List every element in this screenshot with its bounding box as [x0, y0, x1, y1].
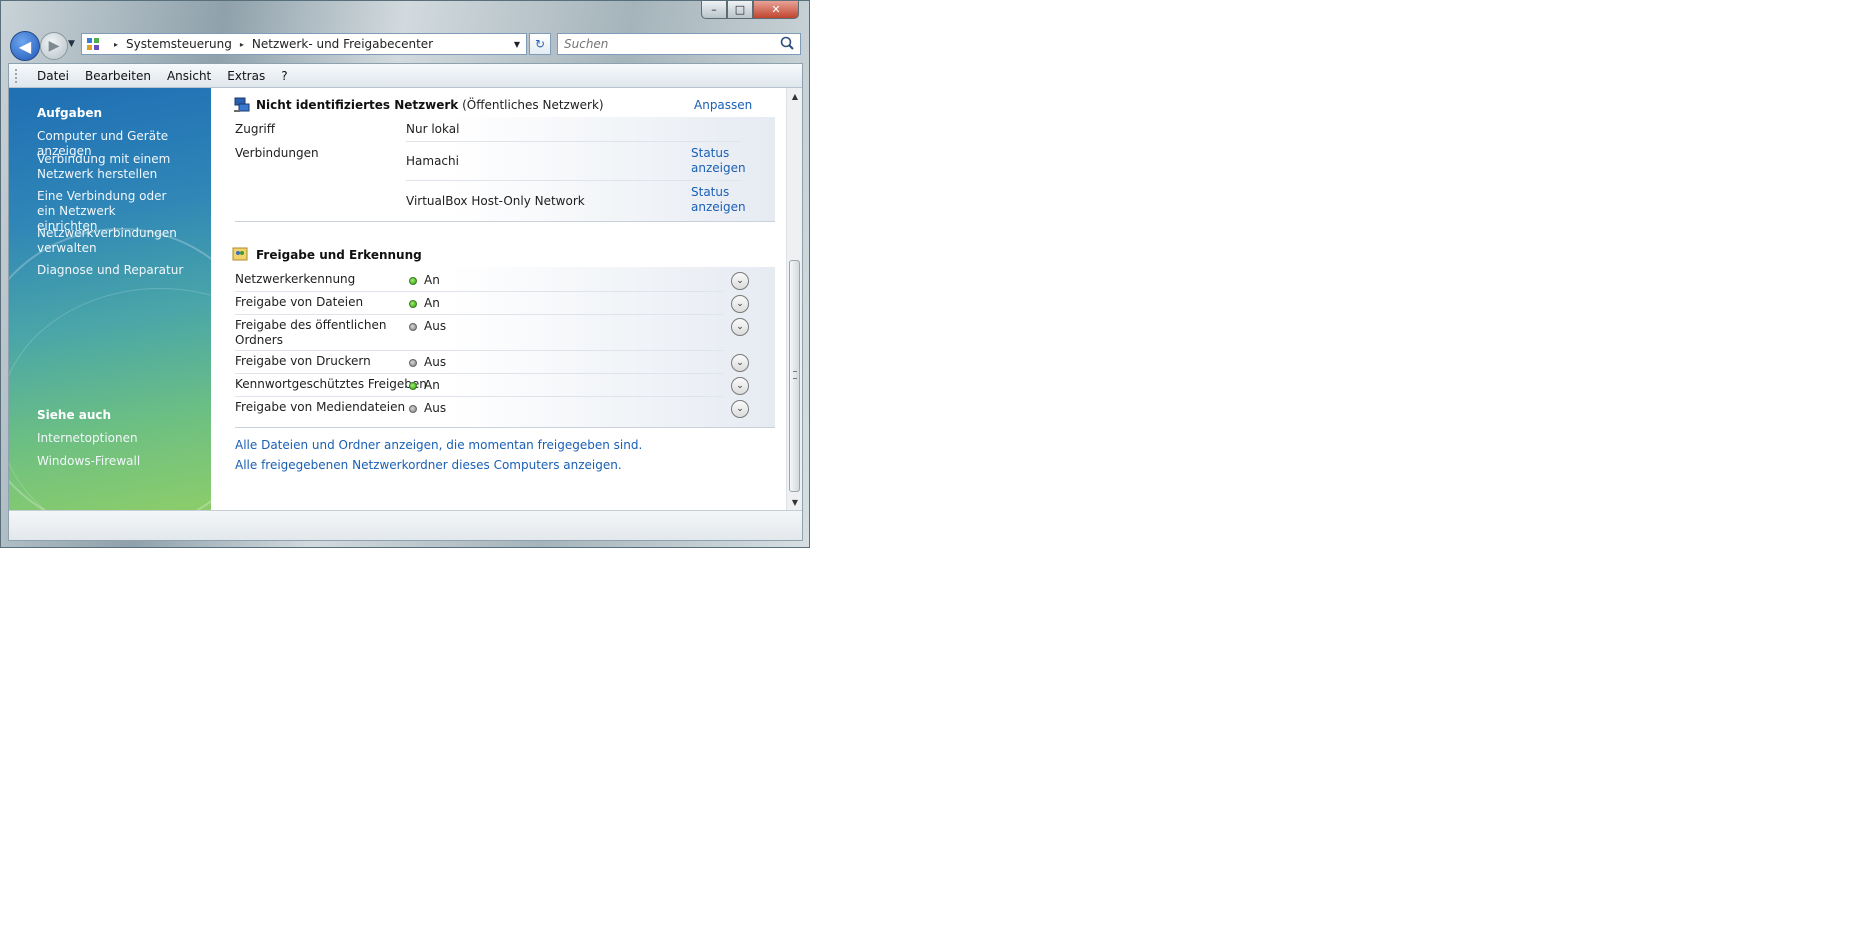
breadcrumb-separator-icon[interactable]: ▸ — [114, 40, 118, 49]
search-box[interactable] — [557, 33, 801, 55]
status-on-icon — [409, 277, 417, 285]
breadcrumb-netzwerkcenter[interactable]: Netzwerk- und Freigabecenter — [252, 37, 433, 51]
client-area: Datei Bearbeiten Ansicht Extras ? Aufgab… — [8, 63, 803, 541]
network-name: Nicht identifiziertes Netzwerk — [256, 98, 459, 112]
row-divider — [406, 180, 741, 181]
access-value: Nur lokal — [406, 122, 460, 136]
see-also-heading: Siehe auch — [37, 408, 112, 422]
sharing-row-label: Kennwortgeschütztes Freigeben — [235, 377, 427, 391]
status-off-icon — [409, 405, 417, 413]
sharing-icon — [232, 247, 248, 261]
row-divider — [235, 291, 723, 292]
network-title: Nicht identifiziertes Netzwerk (Öffentli… — [256, 98, 604, 112]
show-shared-folders-link[interactable]: Alle freigegebenen Netzwerkordner dieses… — [235, 458, 622, 472]
row-divider — [235, 350, 723, 351]
tasks-heading: Aufgaben — [37, 106, 103, 120]
task-link-connect[interactable]: Verbindung mit einem Netzwerk herstellen — [37, 152, 177, 182]
expand-chevron-icon[interactable]: ⌄ — [731, 400, 749, 418]
recent-pages-dropdown-icon[interactable]: ▼ — [68, 39, 75, 49]
sharing-row-status: Aus — [424, 319, 447, 333]
sharing-row-label: Freigabe von Mediendateien — [235, 400, 406, 414]
sharing-row-label: Freigabe des öffentlichen Ordners — [235, 318, 387, 347]
connections-label: Verbindungen — [235, 146, 319, 160]
row-divider — [235, 314, 723, 315]
status-on-icon — [409, 300, 417, 308]
address-bar[interactable]: ▸ Systemsteuerung ▸ Netzwerk- und Freiga… — [81, 33, 527, 55]
expand-chevron-icon[interactable]: ⌄ — [731, 272, 749, 290]
menu-bar: Datei Bearbeiten Ansicht Extras ? — [9, 64, 802, 88]
expand-chevron-icon[interactable]: ⌄ — [731, 354, 749, 372]
task-sidebar: Aufgaben Computer und Geräte anzeigen Ve… — [9, 88, 211, 510]
row-divider — [235, 373, 723, 374]
network-type: (Öffentliches Netzwerk) — [462, 98, 604, 112]
menu-grip — [15, 68, 20, 83]
caption-buttons: – □ ✕ — [701, 1, 799, 19]
breadcrumb-separator-icon[interactable]: ▸ — [240, 40, 244, 49]
sharing-row-label: Netzwerkerkennung — [235, 272, 356, 286]
control-panel-icon — [87, 38, 99, 50]
status-on-icon — [409, 382, 417, 390]
status-off-icon — [409, 323, 417, 331]
forward-button[interactable]: ▶ — [40, 32, 68, 60]
sharing-row-status: Aus — [424, 355, 447, 369]
expand-chevron-icon[interactable]: ⌄ — [731, 377, 749, 395]
sharing-row-status: An — [424, 378, 440, 392]
sharing-row-label: Freigabe von Druckern — [235, 354, 371, 368]
search-input[interactable] — [558, 36, 778, 52]
menu-ansicht[interactable]: Ansicht — [159, 69, 219, 83]
status-bar — [9, 510, 802, 540]
status-link[interactable]: Status anzeigen — [691, 146, 746, 176]
sharing-row-status: An — [424, 273, 440, 287]
connection-name: VirtualBox Host-Only Network — [406, 194, 585, 208]
see-also-firewall[interactable]: Windows-Firewall — [37, 454, 211, 469]
sharing-row-status: An — [424, 296, 440, 310]
expand-chevron-icon[interactable]: ⌄ — [731, 318, 749, 336]
back-button[interactable]: ◀ — [10, 31, 40, 61]
see-also-internet-options[interactable]: Internetoptionen — [37, 431, 211, 446]
access-label: Zugriff — [235, 122, 275, 136]
sharing-row-label: Freigabe von Dateien — [235, 295, 364, 309]
row-divider — [406, 141, 741, 142]
menu-bearbeiten[interactable]: Bearbeiten — [77, 69, 159, 83]
connection-name: Hamachi — [406, 154, 459, 168]
explorer-window: – □ ✕ ◀ ▶ ▼ ▸ Systemsteuerung ▸ Netzwerk… — [0, 0, 810, 548]
search-icon[interactable] — [778, 35, 796, 53]
menu-help[interactable]: ? — [273, 69, 295, 83]
maximize-button[interactable]: □ — [727, 1, 753, 19]
address-dropdown-icon[interactable]: ▼ — [514, 40, 520, 49]
main-content: Nicht identifiziertes Netzwerk (Öffentli… — [211, 88, 788, 510]
vertical-scrollbar[interactable]: ▲ ▼ — [786, 88, 802, 510]
task-link-diagnose[interactable]: Diagnose und Reparatur — [37, 263, 211, 278]
show-shared-files-link[interactable]: Alle Dateien und Ordner anzeigen, die mo… — [235, 438, 642, 452]
scroll-grip — [793, 371, 797, 379]
sharing-row-status: Aus — [424, 401, 447, 415]
status-link[interactable]: Status anzeigen — [691, 185, 746, 215]
close-button[interactable]: ✕ — [753, 1, 799, 19]
scroll-up-icon[interactable]: ▲ — [787, 88, 803, 104]
status-off-icon — [409, 359, 417, 367]
task-link-manage[interactable]: Netzwerkverbindungen verwalten — [37, 226, 177, 256]
sharing-title: Freigabe und Erkennung — [256, 248, 422, 262]
refresh-button[interactable]: ↻ — [529, 33, 551, 55]
scroll-thumb[interactable] — [789, 260, 800, 492]
menu-extras[interactable]: Extras — [219, 69, 273, 83]
network-icon — [234, 97, 250, 112]
customize-link[interactable]: Anpassen — [694, 98, 752, 112]
expand-chevron-icon[interactable]: ⌄ — [731, 295, 749, 313]
row-divider — [235, 396, 723, 397]
menu-datei[interactable]: Datei — [29, 69, 77, 83]
scroll-down-icon[interactable]: ▼ — [787, 494, 803, 510]
breadcrumb-systemsteuerung[interactable]: Systemsteuerung — [126, 37, 232, 51]
minimize-button[interactable]: – — [701, 1, 727, 19]
